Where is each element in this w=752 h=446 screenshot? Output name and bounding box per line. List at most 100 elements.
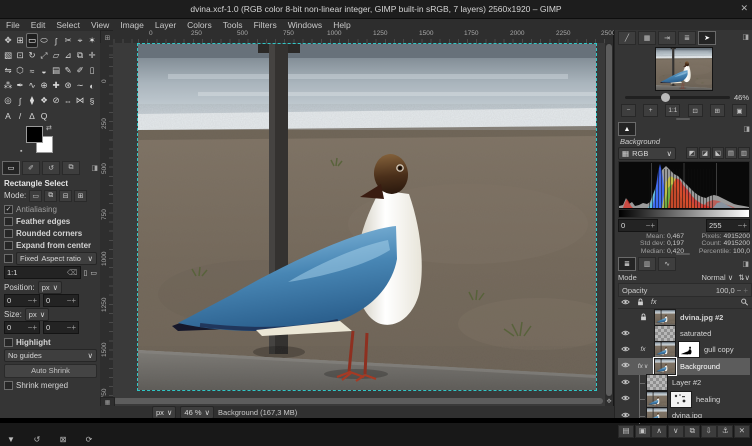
tool-n-point-deformation[interactable]: ❖: [38, 93, 50, 108]
reset-tool-options-button[interactable]: ⟳: [82, 435, 96, 446]
merge-down-button[interactable]: ⇩: [701, 425, 717, 438]
fx-badge[interactable]: fx: [640, 346, 645, 353]
layer-row-gull-copy[interactable]: fx gull copy: [618, 342, 750, 358]
shrink-merged-checkbox[interactable]: [4, 381, 13, 390]
vertical-ruler[interactable]: 02505007501000125015001750: [100, 43, 114, 411]
dock-menu-icon[interactable]: ◨: [743, 125, 750, 133]
tool-scissors-select[interactable]: ✂: [62, 33, 74, 48]
new-layer-button[interactable]: ▤: [618, 425, 634, 438]
undo-history-tab[interactable]: ↺: [42, 161, 60, 175]
visibility-toggle[interactable]: [618, 378, 632, 388]
zoom-in-button[interactable]: +: [643, 104, 658, 117]
close-icon[interactable]: ✕: [740, 3, 748, 14]
tool-airbrush[interactable]: ⁂: [2, 78, 14, 93]
tool-fuzzy-select[interactable]: ✶: [86, 33, 98, 48]
minus-icon[interactable]: −: [737, 286, 742, 295]
visibility-toggle[interactable]: [618, 345, 632, 355]
tool-smudge[interactable]: ∼: [74, 78, 86, 93]
tool-shear[interactable]: ▱: [50, 48, 62, 63]
layer-mode-select[interactable]: Normal ∨: [701, 273, 733, 282]
dock-grip[interactable]: [676, 253, 690, 255]
effects-column-icon[interactable]: fx: [651, 299, 656, 306]
tool-perspective-clone[interactable]: ⊛: [62, 78, 74, 93]
tool-rectangle-select[interactable]: ▭: [26, 33, 38, 48]
tool-paintbrush[interactable]: ✐: [74, 63, 86, 78]
layer-row-background[interactable]: fx ∨ Background: [618, 358, 750, 374]
restore-tool-preset-button[interactable]: ↺: [30, 435, 44, 446]
menu-colors[interactable]: Colors: [187, 20, 212, 30]
menu-image[interactable]: Image: [120, 20, 144, 30]
tool-gegl-operation[interactable]: ⋈: [74, 93, 86, 108]
zoom-out-button[interactable]: −: [621, 104, 636, 117]
plus-icon[interactable]: +: [71, 323, 76, 332]
layer-row-healing[interactable]: healing: [618, 391, 750, 407]
menu-select[interactable]: Select: [56, 20, 80, 30]
feather-edges-option[interactable]: Feather edges: [4, 216, 97, 227]
layer-row-saturated[interactable]: saturated: [618, 325, 750, 341]
histogram-scale-button[interactable]: ⬕: [712, 147, 724, 159]
zoom-fit-button[interactable]: ⊡: [688, 104, 703, 117]
auto-shrink-button[interactable]: Auto Shrink: [4, 364, 97, 378]
tool-align[interactable]: ⊞: [14, 33, 26, 48]
plus-icon[interactable]: +: [742, 221, 747, 230]
tool-text[interactable]: A: [2, 108, 14, 123]
plus-icon[interactable]: +: [32, 323, 37, 332]
histogram-log-button[interactable]: ◪: [699, 147, 711, 159]
swap-colors-icon[interactable]: ⇄: [46, 124, 52, 132]
vertical-scrollbar-thumb[interactable]: [606, 44, 612, 396]
visibility-toggle[interactable]: [618, 329, 632, 339]
images-tab[interactable]: ⧉: [62, 161, 80, 175]
tool-scale[interactable]: ⤢: [38, 48, 50, 63]
tool-script[interactable]: §: [86, 93, 98, 108]
tool-zoom[interactable]: Q: [38, 108, 50, 123]
delete-tool-preset-button[interactable]: ⊠: [56, 435, 70, 446]
tool-warp-transform[interactable]: ≈: [26, 63, 38, 78]
menu-edit[interactable]: Edit: [31, 20, 46, 30]
tool-offset[interactable]: ⇔: [62, 93, 74, 108]
guides-select[interactable]: No guides ∨: [4, 349, 97, 362]
anchor-layer-button[interactable]: ⚓: [717, 425, 733, 438]
tool-perspective[interactable]: ⊿: [62, 48, 74, 63]
tool-paths[interactable]: ∫: [14, 93, 26, 108]
range-max-field[interactable]: 255 −+: [706, 219, 750, 232]
fixed-checkbox[interactable]: [4, 254, 13, 263]
tool-crop[interactable]: ⊡: [14, 48, 26, 63]
patterns-tab[interactable]: ▦: [638, 31, 656, 45]
navigation-cross-button[interactable]: ✥: [605, 397, 613, 406]
shrink-wrap-button[interactable]: ▣: [732, 104, 747, 117]
menu-windows[interactable]: Windows: [288, 20, 322, 30]
zoom-fill-button[interactable]: ⊞: [710, 104, 725, 117]
histogram-range-button[interactable]: ▤: [725, 147, 737, 159]
tool-measure-line[interactable]: /: [14, 108, 26, 123]
antialiasing-option[interactable]: ✓ Antialiasing: [4, 204, 97, 215]
mode-add[interactable]: ⧉: [44, 190, 57, 202]
unit-select[interactable]: px ∨: [152, 406, 176, 419]
menu-help[interactable]: Help: [333, 20, 350, 30]
histogram-tab[interactable]: ▲: [618, 122, 636, 136]
tool-ellipse-select[interactable]: ⬭: [38, 33, 50, 48]
delete-layer-button[interactable]: ✕: [734, 425, 750, 438]
device-status-tab[interactable]: ✐: [22, 161, 40, 175]
plus-icon[interactable]: +: [650, 221, 655, 230]
brushes-tab[interactable]: ╱: [618, 31, 636, 45]
tool-bucket-fill[interactable]: ◒: [38, 63, 50, 78]
tool-mypaint-brush[interactable]: ∿: [26, 78, 38, 93]
new-group-button[interactable]: ▣: [635, 425, 651, 438]
fonts-tab[interactable]: ⇥: [658, 31, 676, 45]
portrait-icon[interactable]: ▯: [84, 269, 88, 277]
raise-layer-button[interactable]: ∧: [651, 425, 667, 438]
expand-from-center-checkbox[interactable]: [4, 241, 13, 250]
menu-filters[interactable]: Filters: [254, 20, 277, 30]
zoom-slider-handle[interactable]: [661, 93, 670, 102]
channel-select[interactable]: ▦ RGB ∨: [618, 147, 676, 160]
position-unit-select[interactable]: px ∨: [38, 281, 62, 294]
tool-rotate[interactable]: ↻: [26, 48, 38, 63]
dock-menu-icon[interactable]: ◨: [742, 33, 749, 41]
channels-tab[interactable]: ▥: [638, 257, 656, 271]
plus-icon[interactable]: +: [743, 286, 748, 295]
rounded-corners-option[interactable]: Rounded corners: [4, 228, 97, 239]
expand-from-center-option[interactable]: Expand from center: [4, 240, 97, 251]
tool-foreground-select[interactable]: ⌖: [74, 33, 86, 48]
histogram-linear-button[interactable]: ◩: [686, 147, 698, 159]
canvas-image-seagull[interactable]: [138, 44, 596, 390]
